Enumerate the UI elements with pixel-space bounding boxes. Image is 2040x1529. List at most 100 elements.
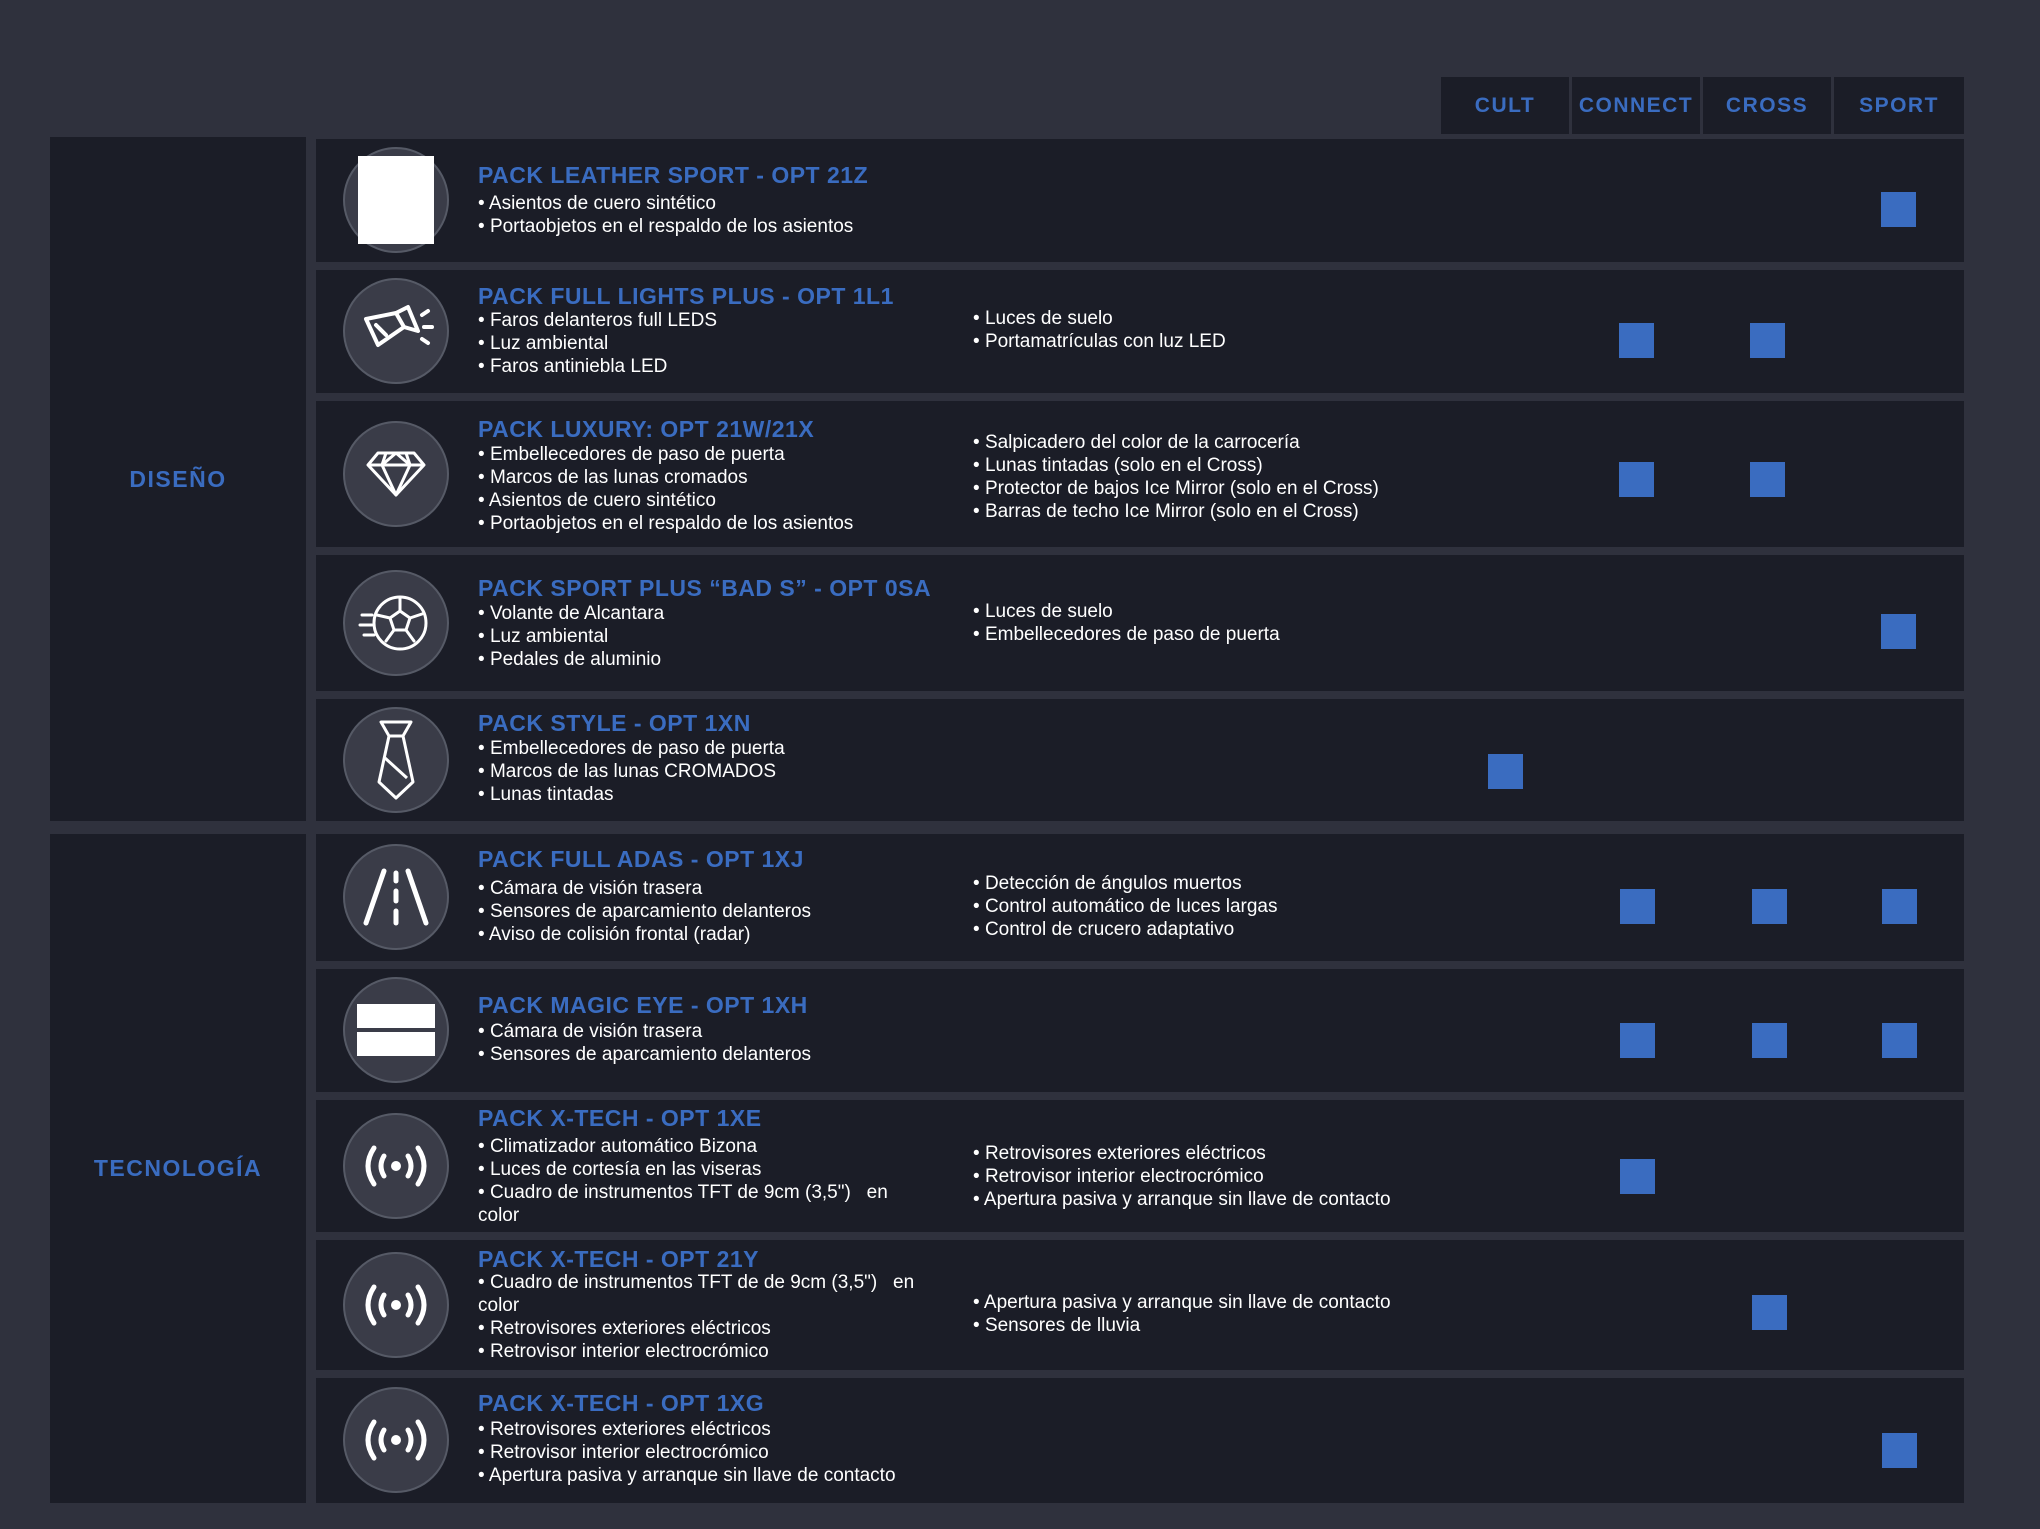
pack-row-luxury: PACK LUXURY: OPT 21W/21X Embellecedores … — [316, 401, 1964, 547]
availability-mark-cross — [1752, 1295, 1787, 1330]
pack-title: PACK X-TECH - OPT 1XE — [478, 1105, 762, 1131]
feature-item: Climatizador automático Bizona — [478, 1135, 918, 1158]
feature-item: Portaobjetos en el respaldo de los asien… — [478, 512, 853, 535]
feature-list-right: Luces de suelo Embellecedores de paso de… — [973, 600, 1280, 646]
feature-item: Retrovisor interior electrocrómico — [973, 1165, 1391, 1188]
feature-list-left: Asientos de cuero sintético Portaobjetos… — [478, 192, 853, 238]
feature-item: Luz ambiental — [478, 332, 717, 355]
feature-item: Luces de suelo — [973, 600, 1280, 623]
pack-row-leather-sport: PACK LEATHER SPORT - OPT 21Z Asientos de… — [316, 139, 1964, 262]
availability-mark-cross — [1750, 323, 1785, 358]
feature-item: Marcos de las lunas cromados — [478, 466, 853, 489]
pack-title: PACK FULL LIGHTS PLUS - OPT 1L1 — [478, 283, 894, 309]
feature-item: Luz ambiental — [478, 625, 664, 648]
feature-item: Control automático de luces largas — [973, 895, 1278, 918]
feature-item: Retrovisores exteriores eléctricos — [478, 1418, 896, 1441]
feature-item: Retrovisor interior electrocrómico — [478, 1441, 896, 1464]
feature-item: Asientos de cuero sintético — [478, 489, 853, 512]
availability-mark-connect — [1619, 462, 1654, 497]
feature-list-left: Retrovisores exteriores eléctricos Retro… — [478, 1418, 896, 1487]
feature-item: Volante de Alcantara — [478, 602, 664, 625]
column-header-cross: CROSS — [1703, 77, 1831, 134]
feature-list-right: Salpicadero del color de la carrocería L… — [973, 431, 1379, 523]
feature-list-left: Embellecedores de paso de puerta Marcos … — [478, 737, 785, 806]
pack-title: PACK LUXURY: OPT 21W/21X — [478, 416, 815, 442]
feature-item: Cuadro de instrumentos TFT de de 9cm (3,… — [478, 1271, 928, 1317]
feature-item: Portaobjetos en el respaldo de los asien… — [478, 215, 853, 238]
tie-icon — [343, 707, 449, 813]
feature-list-left: Embellecedores de paso de puerta Marcos … — [478, 443, 853, 535]
feature-item: Sensores de lluvia — [973, 1314, 1391, 1337]
feature-list-right: Luces de suelo Portamatrículas con luz L… — [973, 307, 1226, 353]
feature-item: Retrovisores exteriores eléctricos — [478, 1317, 928, 1340]
wireless-signal-icon — [343, 1252, 449, 1358]
pack-title: PACK X-TECH - OPT 21Y — [478, 1246, 759, 1272]
feature-item: Retrovisores exteriores eléctricos — [973, 1142, 1391, 1165]
availability-mark-sport — [1882, 1433, 1917, 1468]
pack-title: PACK SPORT PLUS “BAD S” - OPT 0SA — [478, 575, 932, 601]
availability-mark-cult — [1488, 754, 1523, 789]
availability-mark-sport — [1882, 889, 1917, 924]
category-technology: TECNOLOGÍA — [50, 834, 306, 1503]
feature-item: Lunas tintadas (solo en el Cross) — [973, 454, 1379, 477]
feature-item: Retrovisor interior electrocrómico — [478, 1340, 928, 1363]
feature-item: Apertura pasiva y arranque sin llave de … — [973, 1291, 1391, 1314]
soccer-ball-icon — [343, 570, 449, 676]
availability-mark-connect — [1620, 1159, 1655, 1194]
wireless-signal-icon — [343, 1113, 449, 1219]
feature-item: Aviso de colisión frontal (radar) — [478, 923, 811, 946]
pack-row-style: PACK STYLE - OPT 1XN Embellecedores de p… — [316, 699, 1964, 821]
pack-row-magic-eye: PACK MAGIC EYE - OPT 1XH Cámara de visió… — [316, 969, 1964, 1092]
column-header-connect: CONNECT — [1572, 77, 1700, 134]
diamond-icon — [343, 421, 449, 527]
feature-list-right: Retrovisores exteriores eléctricos Retro… — [973, 1142, 1391, 1211]
feature-item: Apertura pasiva y arranque sin llave de … — [973, 1188, 1391, 1211]
feature-item: Pedales de aluminio — [478, 648, 664, 671]
pack-title: PACK LEATHER SPORT - OPT 21Z — [478, 162, 869, 188]
feature-item: Cámara de visión trasera — [478, 877, 811, 900]
feature-item: Detección de ángulos muertos — [973, 872, 1277, 895]
feature-list-left: Faros delanteros full LEDS Luz ambiental… — [478, 309, 717, 378]
feature-item: Faros antiniebla LED — [478, 355, 717, 378]
feature-item: Salpicadero del color de la carrocería — [973, 431, 1379, 454]
feature-list-left: Cámara de visión trasera Sensores de apa… — [478, 877, 811, 946]
feature-item: Asientos de cuero sintético — [478, 192, 853, 215]
pack-row-x-tech-21y: PACK X-TECH - OPT 21Y Cuadro de instrume… — [316, 1240, 1964, 1370]
feature-item: Marcos de las lunas CROMADOS — [478, 760, 785, 783]
feature-item: Apertura pasiva y arranque sin llave de … — [478, 1464, 896, 1487]
feature-item: Faros delanteros full LEDS — [478, 309, 717, 332]
feature-item: Cuadro de instrumentos TFT de 9cm (3,5")… — [478, 1181, 918, 1227]
pack-row-x-tech-1xe: PACK X-TECH - OPT 1XE Climatizador autom… — [316, 1100, 1964, 1232]
pack-title: PACK X-TECH - OPT 1XG — [478, 1390, 765, 1416]
availability-mark-connect — [1619, 323, 1654, 358]
availability-mark-connect — [1620, 889, 1655, 924]
pack-row-x-tech-1xg: PACK X-TECH - OPT 1XG Retrovisores exter… — [316, 1378, 1964, 1503]
column-header-cult: CULT — [1441, 77, 1569, 134]
feature-item: Luces de cortesía en las viseras — [478, 1158, 918, 1181]
availability-mark-sport — [1882, 1023, 1917, 1058]
availability-mark-sport — [1881, 614, 1916, 649]
feature-item: Embellecedores de paso de puerta — [478, 737, 785, 760]
feature-item: Barras de techo Ice Mirror (solo en el C… — [973, 500, 1379, 523]
feature-item: Embellecedores de paso de puerta — [478, 443, 853, 466]
feature-item: Portamatrículas con luz LED — [973, 330, 1226, 353]
pack-title: PACK FULL ADAS - OPT 1XJ — [478, 846, 804, 872]
availability-mark-cross — [1750, 462, 1785, 497]
feature-item: Sensores de aparcamiento delanteros — [478, 900, 811, 923]
pack-row-full-lights-plus: PACK FULL LIGHTS PLUS - OPT 1L1 Faros de… — [316, 270, 1964, 393]
feature-item: Luces de suelo — [973, 307, 1226, 330]
road-icon — [343, 844, 449, 950]
feature-item: Sensores de aparcamiento delanteros — [478, 1043, 811, 1066]
wireless-signal-icon — [343, 1387, 449, 1493]
feature-list-left: Volante de Alcantara Luz ambiental Pedal… — [478, 602, 664, 671]
availability-mark-connect — [1620, 1023, 1655, 1058]
flashlight-icon — [343, 278, 449, 384]
feature-item: Protector de bajos Ice Mirror (solo en e… — [973, 477, 1379, 500]
pack-title: PACK STYLE - OPT 1XN — [478, 710, 751, 736]
pack-title: PACK MAGIC EYE - OPT 1XH — [478, 992, 808, 1018]
availability-mark-sport — [1881, 192, 1916, 227]
seat-placeholder-icon — [343, 147, 449, 253]
category-design: DISEÑO — [50, 137, 306, 821]
feature-list-left: Cámara de visión trasera Sensores de apa… — [478, 1020, 811, 1066]
pack-row-sport-plus: PACK SPORT PLUS “BAD S” - OPT 0SA Volant… — [316, 555, 1964, 691]
